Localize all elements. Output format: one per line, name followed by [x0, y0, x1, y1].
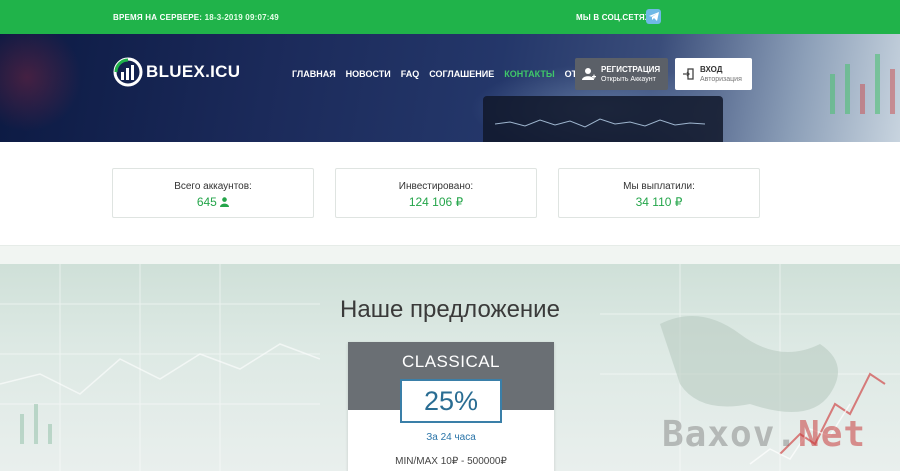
- server-time: ВРЕМЯ НА СЕРВЕРЕ: 18-3-2019 09:07:49: [113, 13, 279, 22]
- offer-title: Наше предложение: [340, 296, 560, 323]
- section-separator: [0, 246, 900, 264]
- social-label: МЫ В СОЦ.СЕТЯХ:: [576, 13, 654, 22]
- nav-home[interactable]: ГЛАВНАЯ: [292, 69, 336, 79]
- candles-decor: [830, 54, 895, 114]
- plan-period: За 24 часа: [426, 432, 476, 443]
- logo-text: BLUEX.ICU: [146, 62, 241, 81]
- logo-chart-icon: [113, 57, 143, 87]
- stat-accounts: Всего аккаунтов: 645: [112, 168, 314, 218]
- plan-percent: 25%: [400, 379, 502, 423]
- register-subtitle: Открыть Аккаунт: [601, 76, 656, 83]
- stats-section: Всего аккаунтов: 645 Инвестировано: 124 …: [0, 142, 900, 246]
- site-logo[interactable]: BLUEX.ICU: [113, 57, 240, 87]
- stat-accounts-value: 645: [196, 195, 217, 209]
- nav-news[interactable]: НОВОСТИ: [346, 69, 391, 79]
- stat-paid-value: 34 110 ₽: [635, 195, 683, 209]
- plan-minmax: MIN/MAX 10₽ - 500000₽: [395, 456, 507, 467]
- watermark-suffix: Net: [798, 414, 867, 455]
- stat-invested: Инвестировано: 124 106 ₽: [335, 168, 537, 218]
- stat-accounts-label: Всего аккаунтов:: [174, 181, 252, 192]
- nav-faq[interactable]: FAQ: [401, 69, 420, 79]
- stat-paid-label: Мы выплатили:: [623, 181, 695, 192]
- site-header: BLUEX.ICU ГЛАВНАЯ НОВОСТИ FAQ СОГЛАШЕНИЕ…: [0, 34, 900, 142]
- sign-in-icon: [683, 68, 694, 80]
- user-add-icon: [582, 68, 596, 80]
- watermark: Baxov.Net: [662, 414, 866, 455]
- stat-invested-label: Инвестировано:: [398, 181, 474, 192]
- main-nav: ГЛАВНАЯ НОВОСТИ FAQ СОГЛАШЕНИЕ КОНТАКТЫ …: [292, 69, 607, 79]
- server-time-label: ВРЕМЯ НА СЕРВЕРЕ:: [113, 13, 203, 22]
- watermark-main: Baxov.: [662, 414, 799, 455]
- login-title: ВХОД: [700, 65, 723, 74]
- page: ВРЕМЯ НА СЕРВЕРЕ: 18-3-2019 09:07:49 МЫ …: [0, 0, 900, 471]
- telegram-icon[interactable]: [646, 9, 661, 24]
- login-button[interactable]: ВХОД Авторизация: [675, 58, 752, 90]
- register-title: РЕГИСТРАЦИЯ: [601, 65, 661, 74]
- top-bar: ВРЕМЯ НА СЕРВЕРЕ: 18-3-2019 09:07:49 МЫ …: [0, 0, 900, 34]
- login-subtitle: Авторизация: [700, 76, 742, 83]
- user-icon: [220, 197, 230, 207]
- chart-line-decor: [495, 118, 705, 128]
- header-background-decor: [0, 34, 90, 142]
- plan-name: CLASSICAL: [401, 352, 501, 371]
- stat-accounts-value-row: 645: [113, 195, 313, 209]
- plan-card: CLASSICAL 25% За 24 часа MIN/MAX 10₽ - 5…: [348, 342, 554, 471]
- stat-invested-value: 124 106 ₽: [408, 195, 464, 209]
- server-time-value: 18-3-2019 09:07:49: [204, 13, 279, 22]
- nav-contacts[interactable]: КОНТАКТЫ: [504, 69, 554, 79]
- nav-agreement[interactable]: СОГЛАШЕНИЕ: [429, 69, 494, 79]
- stat-paid: Мы выплатили: 34 110 ₽: [558, 168, 760, 218]
- register-button[interactable]: РЕГИСТРАЦИЯ Открыть Аккаунт: [575, 58, 668, 90]
